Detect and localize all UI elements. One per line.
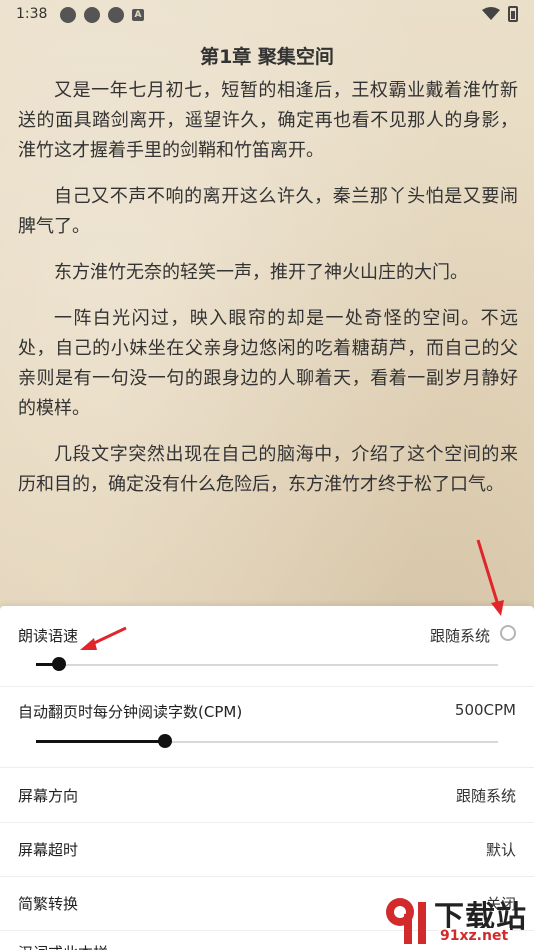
- watermark-url: 91xz.net: [438, 928, 511, 944]
- arrow-to-radio: [476, 539, 504, 616]
- watermark: 下载站 91xz.net: [378, 890, 528, 948]
- annotation-arrow-left: [80, 539, 504, 650]
- site-logo-icon: [386, 898, 426, 944]
- arrow-to-slider: [80, 626, 127, 650]
